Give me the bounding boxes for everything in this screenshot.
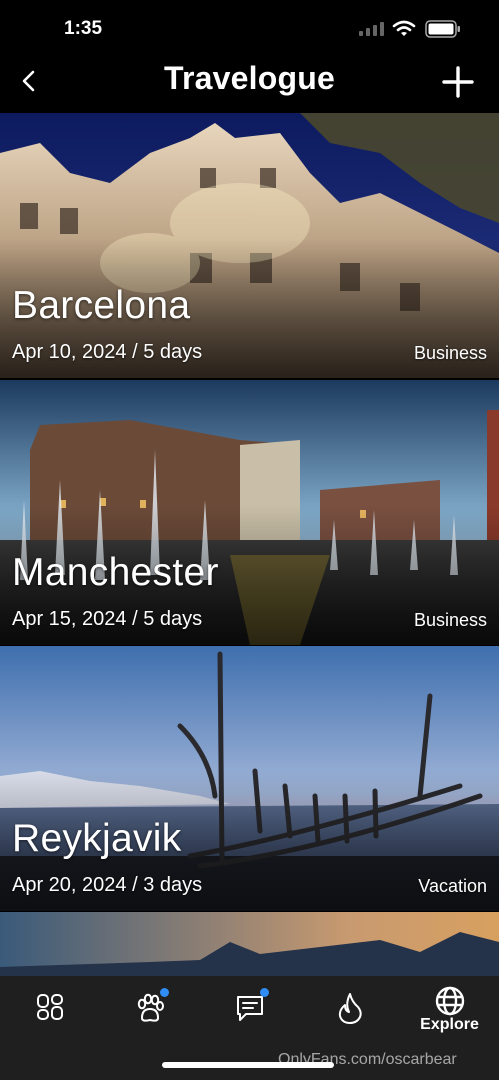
tab-label: Explore	[420, 1016, 479, 1033]
trip-dates: Apr 20, 2024 / 3 days	[12, 874, 203, 896]
trip-city: Reykjavik	[12, 817, 182, 860]
tab-trending[interactable]	[300, 976, 399, 1046]
notification-badge	[260, 988, 269, 997]
notification-badge	[160, 988, 169, 997]
trip-type-tag: Business	[413, 343, 487, 363]
status-bar: 1:35	[0, 0, 499, 56]
trip-type-tag: Business	[413, 610, 487, 630]
trip-card-partial[interactable]	[0, 912, 499, 976]
cellular-signal-icon	[359, 22, 384, 36]
wifi-icon	[392, 20, 416, 36]
battery-icon	[425, 20, 460, 38]
grid-icon	[36, 994, 63, 1020]
tab-explore[interactable]: Explore	[400, 976, 499, 1046]
tab-messages[interactable]	[200, 976, 299, 1046]
trip-city: Barcelona	[12, 284, 191, 327]
trip-card-barcelona[interactable]: Barcelona Apr 10, 2024 / 5 days Business	[0, 113, 499, 378]
trip-dates: Apr 15, 2024 / 5 days	[12, 608, 203, 630]
paw-icon	[137, 993, 164, 1022]
trip-type-tag: Vacation	[418, 876, 487, 896]
globe-icon	[435, 986, 464, 1016]
tab-pets[interactable]	[100, 976, 199, 1046]
flame-icon	[338, 993, 362, 1024]
tab-dashboard[interactable]	[0, 976, 99, 1046]
add-trip-button[interactable]	[440, 64, 476, 100]
trip-dates: Apr 10, 2024 / 5 days	[12, 341, 203, 363]
trip-city: Manchester	[12, 551, 219, 594]
app-header: Travelogue	[0, 56, 499, 112]
page-title: Travelogue	[164, 60, 335, 96]
chat-icon	[236, 996, 263, 1021]
mountain-photo	[0, 912, 499, 976]
watermark: OnlyFans.com/oscarbear	[278, 1051, 457, 1068]
status-time: 1:35	[64, 18, 103, 39]
trip-card-reykjavik[interactable]: Reykjavik Apr 20, 2024 / 3 days Vacation	[0, 646, 499, 911]
trip-card-manchester[interactable]: Manchester Apr 15, 2024 / 5 days Busines…	[0, 380, 499, 645]
